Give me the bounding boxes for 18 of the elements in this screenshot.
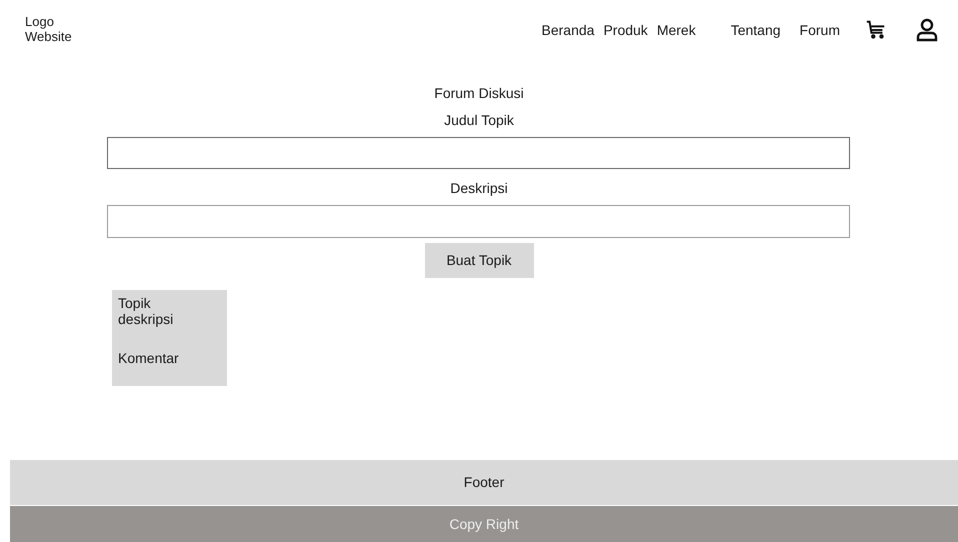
nav-link[interactable]: Forum xyxy=(800,20,840,40)
cart-icon[interactable] xyxy=(865,19,887,41)
nav-link[interactable]: Merek xyxy=(656,20,696,40)
create-topic-button[interactable]: Buat Topik xyxy=(424,243,534,278)
copyright-bar: Copy Right xyxy=(10,505,958,542)
nav-link[interactable]: Tentang xyxy=(730,20,781,40)
topic-text: Topik deskripsi xyxy=(118,295,174,327)
footer-bar: Footer xyxy=(10,460,958,505)
logo-text: Logo Website xyxy=(25,14,73,44)
field-label: Deskripsi xyxy=(450,179,508,198)
comment-link[interactable]: Komentar xyxy=(118,348,221,369)
form-title: Forum Diskusi xyxy=(434,84,524,103)
nav-link[interactable]: Produk xyxy=(603,20,648,40)
input-field[interactable] xyxy=(106,137,850,169)
input-field[interactable] xyxy=(106,205,850,238)
user-icon[interactable] xyxy=(916,18,938,42)
nav-link[interactable]: Beranda xyxy=(542,20,594,40)
field-label: Judul Topik xyxy=(444,111,514,130)
